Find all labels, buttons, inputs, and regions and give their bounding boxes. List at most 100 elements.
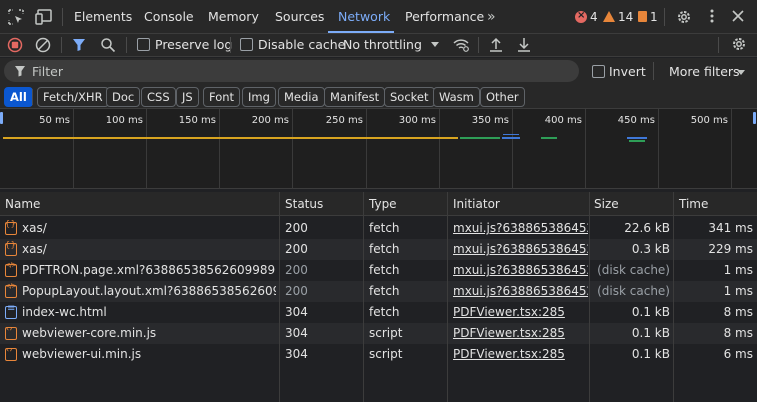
- column-header-size[interactable]: Size: [594, 192, 619, 216]
- type-filter-socket[interactable]: Socket: [384, 87, 435, 107]
- table-row[interactable]: PDFTRON.page.xml?638865385626099896 200 fe…: [0, 260, 757, 281]
- column-divider[interactable]: [447, 192, 448, 402]
- column-divider[interactable]: [673, 192, 674, 402]
- fetch-resource-icon: [5, 219, 17, 235]
- type-filter-img[interactable]: Img: [242, 87, 276, 107]
- dropdown-arrow-icon[interactable]: [431, 42, 439, 47]
- error-icon: ×: [575, 10, 587, 23]
- cell-initiator-link[interactable]: mxui.js?638865386452792: [453, 239, 588, 260]
- inspect-element-icon[interactable]: [8, 9, 24, 25]
- toolbar-divider: [32, 89, 33, 105]
- column-divider[interactable]: [363, 192, 364, 402]
- type-filter-manifest[interactable]: Manifest: [324, 87, 386, 107]
- device-toolbar-icon[interactable]: [35, 9, 53, 25]
- column-header-initiator[interactable]: Initiator: [453, 192, 500, 216]
- network-conditions-icon[interactable]: [452, 37, 470, 53]
- tab-network[interactable]: Network: [338, 0, 390, 34]
- timeline-tick-label: 50 ms: [39, 115, 70, 126]
- disable-cache-checkbox[interactable]: [240, 38, 253, 51]
- type-filter-media[interactable]: Media: [278, 87, 325, 107]
- error-count-badge[interactable]: × 4: [575, 10, 598, 24]
- invert-checkbox[interactable]: [592, 65, 605, 78]
- toolbar-divider: [478, 37, 479, 53]
- close-devtools-icon[interactable]: [732, 10, 744, 22]
- type-filter-fetch-xhr[interactable]: Fetch/XHR: [37, 87, 109, 107]
- timeline-gridline: [585, 109, 586, 189]
- timeline-tick-label: 400 ms: [544, 115, 582, 126]
- preserve-log-checkbox[interactable]: [137, 38, 150, 51]
- column-header-status[interactable]: Status: [285, 192, 323, 216]
- cell-name: webviewer-core.min.js: [22, 326, 157, 340]
- network-settings-gear-icon[interactable]: [731, 36, 747, 52]
- cell-status: 200: [285, 263, 308, 277]
- more-options-icon[interactable]: [710, 8, 714, 24]
- tab-performance[interactable]: Performance: [405, 0, 484, 34]
- table-row[interactable]: xas/200 fetch mxui.js?638865386452792 22.6 …: [0, 218, 757, 239]
- timeline-tick-label: 200 ms: [251, 115, 289, 126]
- tab-sources[interactable]: Sources: [275, 0, 324, 34]
- table-row[interactable]: webviewer-ui.min.js 304 script PDFViewer.ts…: [0, 344, 757, 365]
- table-row[interactable]: webviewer-core.min.js 304 script PDFViewer.…: [0, 323, 757, 344]
- toolbar-divider: [718, 37, 719, 53]
- cell-name: xas/: [22, 242, 47, 256]
- cell-initiator-link[interactable]: mxui.js?638865386452792: [453, 281, 588, 302]
- timeline-right-handle[interactable]: [753, 112, 756, 124]
- tab-console[interactable]: Console: [144, 0, 194, 34]
- active-tab-indicator: [328, 31, 394, 33]
- throttling-select[interactable]: No throttling: [343, 38, 422, 52]
- import-har-icon[interactable]: [489, 37, 503, 53]
- cell-size: 0.3 kB: [631, 242, 670, 256]
- chevron-double-right-icon[interactable]: »: [487, 9, 496, 25]
- type-filter-wasm[interactable]: Wasm: [433, 87, 480, 107]
- timeline-request-bar: [502, 137, 520, 139]
- filter-input[interactable]: [4, 60, 579, 82]
- timeline-request-bar: [3, 137, 458, 139]
- cell-initiator-link[interactable]: mxui.js?638865386452792: [453, 260, 588, 281]
- search-icon[interactable]: [100, 37, 116, 53]
- type-filter-js[interactable]: JS: [176, 87, 199, 107]
- table-row[interactable]: index-wc.html 304 fetch PDFViewer.tsx:285 0.…: [0, 302, 757, 323]
- cell-time: 6 ms: [723, 347, 753, 361]
- table-row[interactable]: PopupLayout.layout.xml?63886538562609989…: [0, 281, 757, 302]
- type-filter-other[interactable]: Other: [480, 87, 525, 107]
- table-row[interactable]: xas/200 fetch mxui.js?638865386452792 0.3 k…: [0, 239, 757, 260]
- export-har-icon[interactable]: [517, 37, 531, 53]
- clear-icon[interactable]: [35, 37, 51, 53]
- timeline-left-handle[interactable]: [0, 112, 3, 124]
- cell-status: 200: [285, 284, 308, 298]
- cell-initiator-link[interactable]: PDFViewer.tsx:285: [453, 344, 588, 365]
- type-filter-font[interactable]: Font: [203, 87, 241, 107]
- xml-resource-icon: [5, 261, 17, 277]
- cell-name: PopupLayout.layout.xml?63886538562609989…: [22, 284, 276, 298]
- toolbar-divider: [61, 37, 62, 53]
- filter-funnel-icon[interactable]: [72, 38, 86, 52]
- issue-count-badge[interactable]: 1: [638, 10, 658, 24]
- dropdown-arrow-icon[interactable]: [737, 70, 745, 75]
- settings-gear-icon[interactable]: [676, 9, 692, 25]
- timeline-request-bar: [503, 134, 519, 135]
- warning-count-badge[interactable]: 14: [603, 10, 633, 24]
- timeline-gridline: [439, 109, 440, 189]
- column-header-time[interactable]: Time: [679, 192, 708, 216]
- timeline-tick-label: 500 ms: [690, 115, 728, 126]
- cell-size: 0.1 kB: [631, 347, 670, 361]
- column-divider[interactable]: [589, 192, 590, 402]
- column-header-name[interactable]: Name: [5, 192, 40, 216]
- toolbar-divider: [230, 37, 231, 53]
- cell-name: PDFTRON.page.xml?638865385626099896: [22, 263, 276, 277]
- type-filter-css[interactable]: CSS: [141, 87, 176, 107]
- tab-memory[interactable]: Memory: [208, 0, 259, 34]
- cell-initiator-link[interactable]: PDFViewer.tsx:285: [453, 302, 588, 323]
- tab-elements[interactable]: Elements: [74, 0, 132, 34]
- column-divider[interactable]: [279, 192, 280, 402]
- type-filter-all[interactable]: All: [4, 87, 33, 107]
- timeline-gridline: [731, 109, 732, 189]
- cell-status: 304: [285, 326, 308, 340]
- column-header-type[interactable]: Type: [369, 192, 397, 216]
- stop-recording-icon[interactable]: [7, 37, 23, 53]
- cell-initiator-link[interactable]: PDFViewer.tsx:285: [453, 323, 588, 344]
- cell-size: (disk cache): [597, 263, 670, 277]
- type-filter-doc[interactable]: Doc: [106, 87, 141, 107]
- cell-initiator-link[interactable]: mxui.js?638865386452792: [453, 218, 588, 239]
- more-filters-button[interactable]: More filters: [669, 65, 740, 79]
